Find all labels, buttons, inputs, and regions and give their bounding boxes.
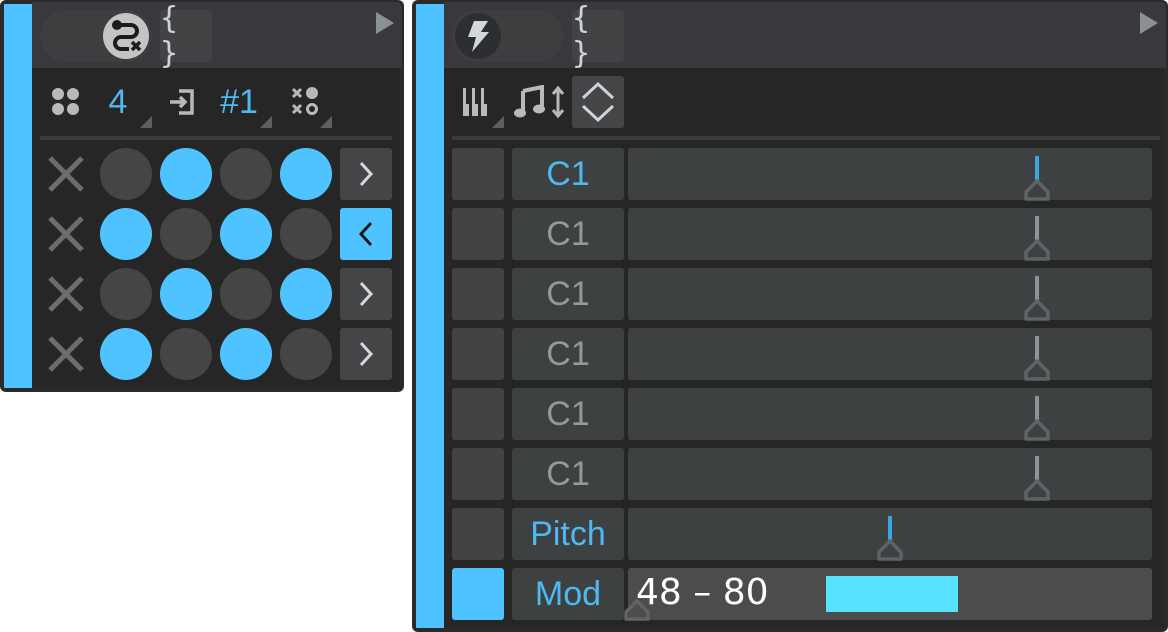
note-label[interactable]: C1: [512, 448, 624, 500]
pattern-dropdown-corner: [320, 116, 332, 128]
row-enable-toggle[interactable]: [452, 148, 504, 200]
step-toggle[interactable]: [160, 328, 212, 380]
value-slider[interactable]: [628, 388, 1152, 442]
note-label[interactable]: C1: [512, 388, 624, 440]
chevron-right-icon: [359, 281, 374, 307]
code-braces-button[interactable]: { }: [572, 1, 624, 71]
row-enable-toggle[interactable]: [452, 268, 504, 320]
input-arrow-icon: [166, 86, 198, 118]
step-toggle[interactable]: [280, 148, 332, 200]
row-enable-toggle[interactable]: [452, 208, 504, 260]
divider: [452, 136, 1160, 140]
direction-button[interactable]: [340, 328, 392, 380]
remove-row-icon[interactable]: [46, 274, 86, 314]
step-toggle[interactable]: [160, 208, 212, 260]
step-toggle[interactable]: [100, 208, 152, 260]
device-color-stripe: [4, 4, 32, 388]
pitch-device: { } C1 C1 C1 C1 C1 C1 Pitch Mod 48 – 80: [412, 0, 1168, 632]
direction-button[interactable]: [340, 268, 392, 320]
slider-handle[interactable]: [1022, 418, 1052, 442]
four-dots-icon: [50, 86, 82, 118]
input-value[interactable]: #1: [214, 80, 264, 124]
lightning-icon: [455, 13, 501, 59]
play-icon[interactable]: [376, 12, 394, 34]
piano-keys-icon[interactable]: [462, 86, 494, 118]
step-toggle[interactable]: [220, 328, 272, 380]
slider-handle[interactable]: [875, 538, 905, 562]
range-readout: 48 – 80: [636, 572, 769, 613]
step-toggle[interactable]: [280, 328, 332, 380]
direction-button[interactable]: [340, 148, 392, 200]
device-header: { }: [32, 1, 402, 71]
row-enable-toggle[interactable]: [452, 388, 504, 440]
step-toggle[interactable]: [280, 208, 332, 260]
device-body: C1 C1 C1 C1 C1 C1 Pitch Mod 48 – 80: [444, 68, 1164, 628]
activate-toggle[interactable]: [452, 10, 564, 62]
value-slider[interactable]: [628, 208, 1152, 262]
chevron-up-down-icon[interactable]: [572, 76, 624, 128]
step-toggle[interactable]: [160, 148, 212, 200]
mod-enable-toggle[interactable]: [452, 568, 504, 620]
remove-row-icon[interactable]: [46, 154, 86, 194]
chevron-left-icon: [358, 221, 373, 247]
divider: [40, 136, 392, 140]
step-toggle[interactable]: [220, 268, 272, 320]
row-enable-toggle[interactable]: [452, 508, 504, 560]
xo-pattern-icon: [290, 86, 322, 118]
mod-range-slider[interactable]: 48 – 80: [624, 568, 1152, 621]
remove-row-icon[interactable]: [46, 334, 86, 374]
step-toggle[interactable]: [100, 148, 152, 200]
play-icon[interactable]: [1140, 12, 1158, 34]
slider-handle[interactable]: [1022, 358, 1052, 382]
slider-handle[interactable]: [1022, 178, 1052, 202]
slider-handle[interactable]: [1022, 238, 1052, 262]
step-toggle[interactable]: [100, 268, 152, 320]
arpeggiator-device: { } 4 #1: [0, 0, 404, 392]
device-body: 4 #1: [32, 68, 400, 388]
slider-handle[interactable]: [1022, 478, 1052, 502]
steps-dropdown-corner: [140, 116, 152, 128]
note-label[interactable]: C1: [512, 268, 624, 320]
value-slider[interactable]: [628, 508, 1152, 562]
mod-label[interactable]: Mod: [512, 568, 624, 620]
value-slider[interactable]: [628, 148, 1152, 202]
note-label[interactable]: C1: [512, 148, 624, 200]
route-off-icon: [103, 13, 149, 59]
steps-value[interactable]: 4: [102, 80, 134, 124]
chevron-right-icon: [359, 161, 374, 187]
device-color-stripe: [416, 4, 444, 628]
piano-dropdown-corner: [492, 116, 504, 128]
note-label[interactable]: Pitch: [512, 508, 624, 560]
step-toggle[interactable]: [220, 208, 272, 260]
value-slider[interactable]: [628, 448, 1152, 502]
mod-slider-handle[interactable]: [622, 598, 652, 622]
input-dropdown-corner: [260, 116, 272, 128]
step-toggle[interactable]: [100, 328, 152, 380]
step-toggle[interactable]: [160, 268, 212, 320]
direction-button[interactable]: [340, 208, 392, 260]
route-toggle[interactable]: [40, 10, 152, 62]
value-slider[interactable]: [628, 328, 1152, 382]
value-slider[interactable]: [628, 268, 1152, 322]
range-bar[interactable]: [826, 576, 958, 612]
music-note-updown-icon[interactable]: [514, 84, 566, 120]
remove-row-icon[interactable]: [46, 214, 86, 254]
row-enable-toggle[interactable]: [452, 448, 504, 500]
code-braces-button[interactable]: { }: [160, 1, 212, 71]
step-toggle[interactable]: [220, 148, 272, 200]
note-label[interactable]: C1: [512, 328, 624, 380]
slider-handle[interactable]: [1022, 298, 1052, 322]
step-toggle[interactable]: [280, 268, 332, 320]
note-label[interactable]: C1: [512, 208, 624, 260]
chevron-right-icon: [359, 341, 374, 367]
row-enable-toggle[interactable]: [452, 328, 504, 380]
device-header: { }: [444, 1, 1166, 71]
